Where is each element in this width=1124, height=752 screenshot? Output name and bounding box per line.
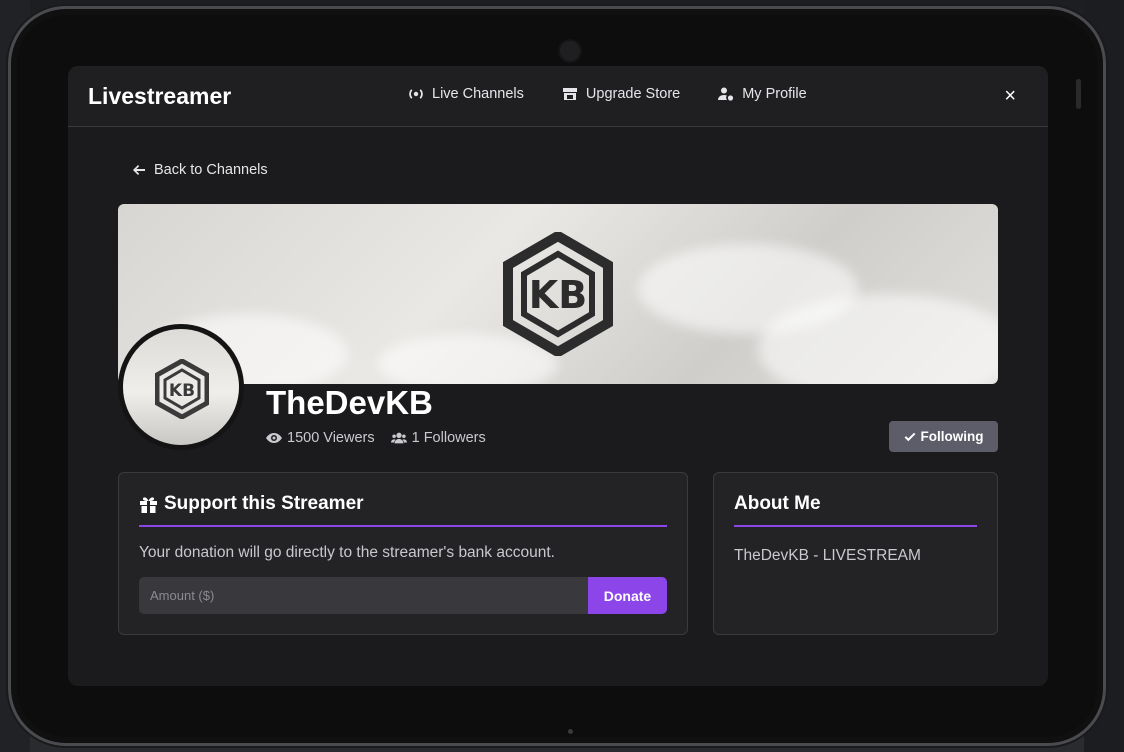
eye-icon (266, 433, 282, 443)
channel-banner: KB (118, 204, 998, 384)
nav-upgrade-store-label: Upgrade Store (585, 86, 681, 102)
back-to-channels-label: Back to Channels (154, 162, 268, 178)
home-indicator (568, 729, 573, 734)
nav-upgrade-store[interactable]: Upgrade Store (562, 86, 680, 102)
banner-logo-text: KB (529, 273, 587, 317)
about-text: TheDevKB - LIVESTREAM (734, 547, 921, 564)
followers-stat: 1 Followers (390, 430, 486, 446)
donate-button[interactable]: Donate (588, 577, 667, 614)
back-to-channels-link[interactable]: Back to Channels (132, 162, 268, 178)
nav-live-channels-label: Live Channels (432, 86, 524, 102)
viewers-count: 1500 Viewers (287, 430, 375, 446)
support-title: Support this Streamer (139, 493, 364, 515)
support-title-underline (139, 525, 667, 527)
nav-my-profile[interactable]: My Profile (718, 86, 807, 102)
app-brand: Livestreamer (88, 83, 232, 109)
gift-icon (140, 496, 157, 513)
support-description: Your donation will go directly to the st… (139, 544, 555, 561)
user-gear-icon (718, 87, 734, 101)
donate-form: Donate (139, 577, 667, 614)
top-navigation-bar: Livestreamer Live Channels Upgrade Store (68, 66, 1048, 127)
nav-my-profile-label: My Profile (742, 86, 807, 102)
livestreamer-app: Livestreamer Live Channels Upgrade Store (68, 66, 1048, 686)
camera-icon (558, 39, 582, 63)
about-card: About Me TheDevKB - LIVESTREAM (713, 472, 998, 635)
about-title: About Me (734, 493, 821, 514)
following-button-label: Following (920, 429, 984, 444)
channel-stats: 1500 Viewers 1 Followers (266, 430, 486, 446)
close-icon[interactable]: × (1004, 85, 1016, 108)
support-title-text: Support this Streamer (164, 493, 364, 514)
arrow-left-icon (133, 165, 145, 175)
followers-count: 1 Followers (411, 430, 486, 446)
main-nav: Live Channels Upgrade Store My Profile (408, 86, 807, 102)
viewers-stat: 1500 Viewers (266, 430, 375, 446)
about-title-underline (734, 525, 977, 527)
store-icon (562, 88, 577, 100)
kb-avatar-logo-icon: KB (155, 359, 209, 419)
support-card: Support this Streamer Your donation will… (118, 472, 688, 635)
avatar-logo-text: KB (169, 381, 195, 401)
streamer-name: TheDevKB (266, 384, 433, 421)
broadcast-icon (409, 89, 423, 99)
users-icon (390, 432, 407, 444)
kb-logo-icon: KB (503, 232, 613, 356)
following-button[interactable]: Following (889, 421, 998, 452)
nav-live-channels[interactable]: Live Channels (408, 86, 524, 102)
amount-input[interactable] (139, 577, 588, 614)
avatar: KB (118, 324, 244, 450)
tablet-side-button (1076, 79, 1081, 109)
checkmark-icon (904, 432, 915, 441)
